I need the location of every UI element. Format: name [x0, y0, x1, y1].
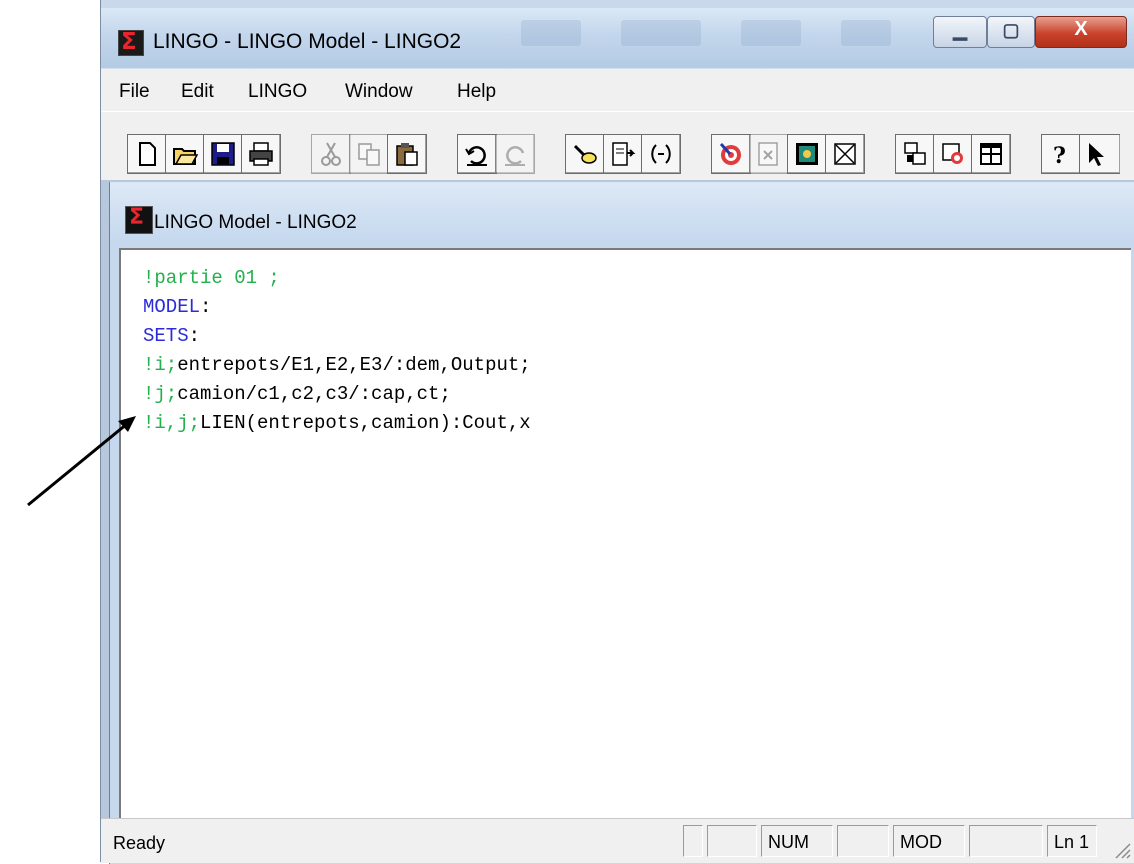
paste-icon	[396, 143, 418, 166]
print-button[interactable]	[241, 134, 281, 174]
title-bar[interactable]: Σ LINGO - LINGO Model - LINGO2 ▁ ▢ X	[101, 8, 1134, 68]
match-parenthesis-icon	[651, 144, 671, 164]
copy-button[interactable]	[349, 134, 389, 174]
title-bar-glass	[621, 20, 701, 46]
options-icon	[942, 143, 963, 164]
code-token: camion/c1,c2,c3/:cap,ct;	[177, 383, 451, 405]
code-token: :	[188, 325, 201, 347]
help-icon: ?	[1053, 143, 1066, 168]
minimize-button[interactable]: ▁	[933, 16, 987, 48]
model-window: Σ LINGO Model - LINGO2 !partie 01 ; MODEL…	[109, 182, 1134, 864]
status-line: Ln 1	[1047, 825, 1097, 857]
annotation-arrow	[27, 416, 136, 507]
cut-button[interactable]	[311, 134, 351, 174]
copy-icon	[358, 143, 380, 166]
help-button[interactable]: ?	[1041, 134, 1081, 174]
status-bar: Ready NUM MOD Ln 1	[101, 818, 1134, 863]
lingo-main-window: Σ LINGO - LINGO Model - LINGO2 ▁ ▢ X Fil…	[100, 0, 1134, 864]
title-bar-glass	[521, 20, 581, 46]
send-to-back-icon	[904, 142, 926, 165]
match-parenthesis-button[interactable]	[641, 134, 681, 174]
status-num: NUM	[761, 825, 833, 857]
print-icon	[249, 142, 273, 166]
context-help-button[interactable]	[1079, 134, 1120, 174]
tile-icon	[980, 143, 1002, 165]
context-help-arrow-icon	[1089, 143, 1104, 166]
solution-button[interactable]	[749, 134, 789, 174]
code-text[interactable]: !partie 01 ; MODEL: SETS: !i;entrepots/E1,E…	[143, 264, 531, 438]
undo-button[interactable]	[457, 134, 497, 174]
mdi-workspace: Σ LINGO Model - LINGO2 !partie 01 ; MODEL…	[101, 180, 1134, 864]
code-editor[interactable]: !partie 01 ; MODEL: SETS: !i;entrepots/E1,E…	[119, 248, 1131, 822]
solution-report-icon	[758, 142, 778, 166]
solve-target-icon	[719, 142, 741, 165]
window-title: LINGO - LINGO Model - LINGO2	[153, 30, 462, 53]
menu-help[interactable]: Help	[457, 81, 496, 103]
resize-grip-icon[interactable]	[1113, 841, 1131, 859]
find-icon	[573, 144, 597, 164]
menu-edit[interactable]: Edit	[181, 81, 214, 103]
code-token: entrepots/E1,E2,E3/:dem,Output;	[177, 354, 531, 376]
picture-button[interactable]	[787, 134, 827, 174]
cut-icon	[321, 142, 341, 166]
code-line[interactable]: !j;camion/c1,c2,c3/:cap,ct;	[143, 380, 531, 409]
code-line[interactable]: !i,j;LIEN(entrepots,camion):Cout,x	[143, 409, 531, 438]
code-line[interactable]: !partie 01 ;	[143, 264, 531, 293]
maximize-icon: ▢	[1002, 20, 1020, 40]
status-pane	[969, 825, 1043, 857]
code-line[interactable]: SETS:	[143, 322, 531, 351]
status-pane	[837, 825, 889, 857]
send-to-back-button[interactable]	[895, 134, 935, 174]
redo-icon	[505, 146, 525, 166]
code-line[interactable]: MODEL:	[143, 293, 531, 322]
undo-icon	[465, 146, 487, 166]
go-to-line-icon	[612, 142, 636, 166]
close-button[interactable]: X	[1035, 16, 1127, 48]
redo-button[interactable]	[495, 134, 535, 174]
title-bar-glass	[741, 20, 801, 46]
svg-text:?: ?	[1053, 143, 1066, 168]
status-ready: Ready	[113, 833, 166, 853]
model-window-title: LINGO Model - LINGO2	[154, 212, 357, 233]
status-pane	[707, 825, 757, 857]
menu-window[interactable]: Window	[345, 81, 413, 103]
close-all-button[interactable]	[825, 134, 865, 174]
solve-button[interactable]	[711, 134, 751, 174]
title-bar-glass	[841, 20, 891, 46]
save-disk-icon	[211, 142, 235, 166]
go-to-line-button[interactable]	[603, 134, 643, 174]
status-mod: MOD	[893, 825, 965, 857]
toolbar: ?	[101, 111, 1134, 181]
code-token: LIEN(entrepots,camion):Cout,x	[200, 412, 531, 434]
menu-lingo[interactable]: LINGO	[248, 81, 307, 103]
close-icon: X	[1074, 18, 1088, 40]
tile-button[interactable]	[971, 134, 1011, 174]
save-button[interactable]	[203, 134, 243, 174]
options-button[interactable]	[933, 134, 973, 174]
annotation-arrow-shaft	[27, 421, 129, 507]
close-all-icon	[834, 143, 856, 165]
picture-icon	[796, 143, 818, 165]
status-pane	[683, 825, 703, 857]
maximize-button[interactable]: ▢	[987, 16, 1035, 48]
code-token: :	[200, 296, 212, 318]
menu-bar: File Edit LINGO Window Help	[101, 68, 1134, 111]
code-line[interactable]: !i;entrepots/E1,E2,E3/:dem,Output;	[143, 351, 531, 380]
minimize-icon: ▁	[953, 20, 967, 40]
find-button[interactable]	[565, 134, 605, 174]
paste-button[interactable]	[387, 134, 427, 174]
